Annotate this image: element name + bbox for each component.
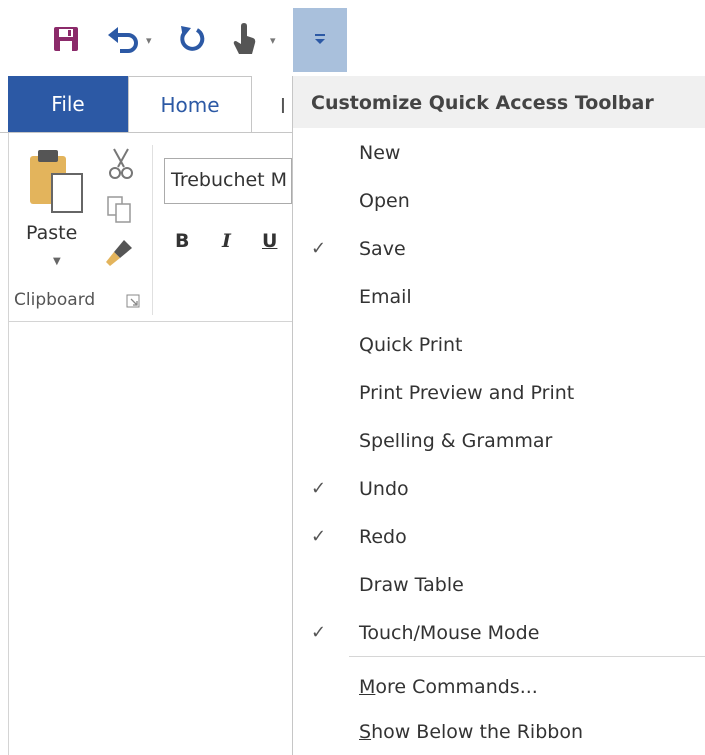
window-left-border xyxy=(8,133,9,755)
menu-item-save[interactable]: ✓ Save xyxy=(293,224,705,272)
menu-item-label: Quick Print xyxy=(359,334,463,356)
menu-item-label: Save xyxy=(359,238,406,260)
accelerator-key: M xyxy=(359,676,376,698)
menu-title: Customize Quick Access Toolbar xyxy=(293,76,705,128)
menu-item-more-commands[interactable]: More Commands... xyxy=(293,662,705,710)
menu-item-draw-table[interactable]: Draw Table xyxy=(293,560,705,608)
menu-item-label: Email xyxy=(359,286,412,308)
tab-file-label: File xyxy=(51,92,85,116)
menu-separator xyxy=(349,656,705,657)
menu-item-print-preview[interactable]: Print Preview and Print xyxy=(293,368,705,416)
tab-insert-partial[interactable]: I xyxy=(280,94,286,118)
undo-dropdown-icon[interactable]: ▾ xyxy=(146,34,152,47)
cut-icon[interactable] xyxy=(106,147,136,181)
menu-item-undo[interactable]: ✓ Undo xyxy=(293,464,705,512)
paste-dropdown-icon[interactable]: ▼ xyxy=(53,256,61,267)
menu-item-email[interactable]: Email xyxy=(293,272,705,320)
format-painter-icon[interactable] xyxy=(104,236,138,268)
menu-item-label: Open xyxy=(359,190,410,212)
quick-access-toolbar: ▾ ▾ xyxy=(0,0,705,76)
menu-item-label: Undo xyxy=(359,478,409,500)
label-rest: how Below the Ribbon xyxy=(371,721,584,743)
menu-item-label: Redo xyxy=(359,526,407,548)
menu-item-label: Print Preview and Print xyxy=(359,382,575,404)
customize-toolbar-icon xyxy=(315,34,325,44)
ribbon-bottom-border xyxy=(8,321,292,322)
label-rest: ore Commands... xyxy=(375,676,538,698)
redo-icon[interactable] xyxy=(174,18,210,60)
menu-item-new[interactable]: New xyxy=(293,128,705,176)
save-icon[interactable] xyxy=(48,18,84,60)
dialog-launcher-icon[interactable] xyxy=(126,294,140,308)
customize-toolbar-button[interactable] xyxy=(293,8,347,72)
underline-button[interactable]: U xyxy=(262,230,277,252)
menu-item-quick-print[interactable]: Quick Print xyxy=(293,320,705,368)
menu-item-label: New xyxy=(359,142,401,164)
paste-icon[interactable] xyxy=(26,148,88,216)
menu-item-label: Show Below the Ribbon xyxy=(359,721,583,743)
font-name-field[interactable]: Trebuchet M xyxy=(164,158,292,204)
paste-label[interactable]: Paste xyxy=(26,222,77,244)
menu-item-label: Draw Table xyxy=(359,574,464,596)
italic-button[interactable]: I xyxy=(222,230,231,252)
tab-home[interactable]: Home xyxy=(128,76,252,133)
group-divider xyxy=(152,145,153,315)
menu-item-open[interactable]: Open xyxy=(293,176,705,224)
tab-home-label: Home xyxy=(160,93,220,117)
checkmark-icon: ✓ xyxy=(311,622,327,643)
checkmark-icon: ✓ xyxy=(311,526,327,547)
checkmark-icon: ✓ xyxy=(311,478,327,499)
bold-button[interactable]: B xyxy=(175,230,189,252)
accelerator-key: S xyxy=(359,721,372,743)
tab-divider xyxy=(0,132,292,133)
menu-item-spelling-grammar[interactable]: Spelling & Grammar xyxy=(293,416,705,464)
clipboard-group-label: Clipboard xyxy=(14,290,96,310)
customize-quick-access-menu: Customize Quick Access Toolbar New Open … xyxy=(292,76,705,755)
menu-item-touch-mouse-mode[interactable]: ✓ Touch/Mouse Mode xyxy=(293,608,705,656)
copy-icon[interactable] xyxy=(106,195,134,225)
menu-item-redo[interactable]: ✓ Redo xyxy=(293,512,705,560)
menu-item-show-below-ribbon[interactable]: Show Below the Ribbon xyxy=(293,707,705,755)
touch-mouse-mode-icon[interactable] xyxy=(226,18,262,60)
checkmark-icon: ✓ xyxy=(311,238,327,259)
menu-item-label: More Commands... xyxy=(359,676,538,698)
menu-item-label: Touch/Mouse Mode xyxy=(359,622,540,644)
touch-dropdown-icon[interactable]: ▾ xyxy=(270,34,276,47)
menu-item-label: Spelling & Grammar xyxy=(359,430,553,452)
tab-file[interactable]: File xyxy=(8,76,128,132)
undo-icon[interactable] xyxy=(104,18,142,60)
